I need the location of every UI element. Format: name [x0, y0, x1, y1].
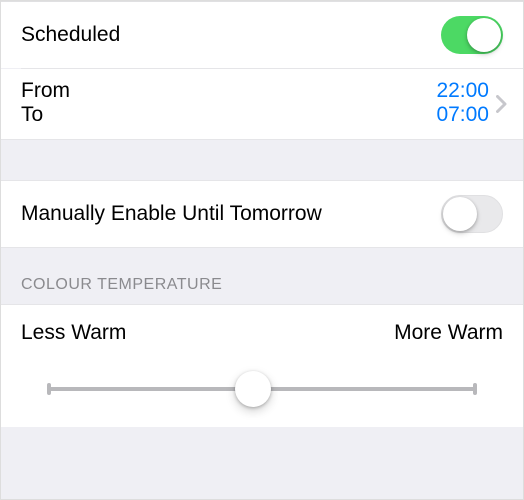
less-warm-label: Less Warm: [21, 321, 126, 345]
scheduled-toggle[interactable]: [441, 16, 503, 54]
toggle-knob: [443, 197, 477, 231]
slider-tick-right: [473, 383, 477, 395]
manual-enable-row: Manually Enable Until Tomorrow: [1, 181, 523, 247]
more-warm-label: More Warm: [394, 321, 503, 345]
slider-thumb[interactable]: [235, 371, 271, 407]
schedule-row[interactable]: From To 22:00 07:00: [1, 69, 523, 139]
manual-enable-toggle[interactable]: [441, 195, 503, 233]
toggle-knob: [467, 18, 501, 52]
colour-temperature-cell: Less Warm More Warm: [1, 305, 523, 427]
schedule-from-value: 22:00: [436, 79, 489, 103]
schedule-to-value: 07:00: [436, 103, 489, 127]
scheduled-label: Scheduled: [21, 23, 441, 47]
colour-temperature-slider[interactable]: [49, 369, 475, 409]
scheduled-row: Scheduled: [1, 2, 523, 68]
manual-enable-label: Manually Enable Until Tomorrow: [21, 202, 441, 226]
schedule-from-label: From: [21, 79, 436, 103]
slider-tick-left: [47, 383, 51, 395]
schedule-to-label: To: [21, 103, 436, 127]
chevron-right-icon: [496, 95, 507, 113]
colour-temperature-header: COLOUR TEMPERATURE: [1, 247, 523, 305]
